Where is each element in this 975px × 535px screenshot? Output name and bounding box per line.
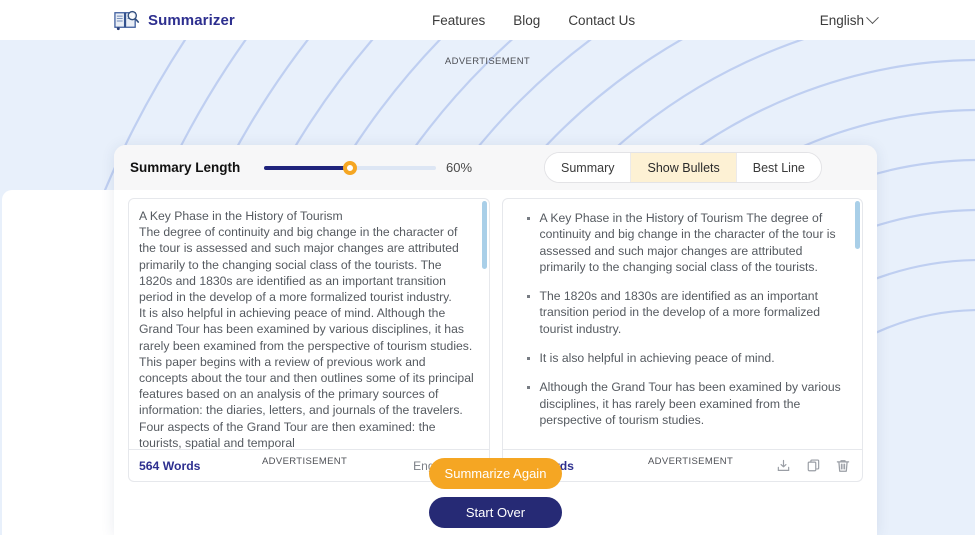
source-text-body[interactable]: A Key Phase in the History of Tourism Th… [129,199,489,449]
slider-fill [264,165,350,170]
scrollbar-thumb[interactable] [481,201,487,269]
summary-length-percent: 60% [446,160,473,175]
list-item: Although the Grand Tour has been examine… [526,379,843,428]
advertisement-top-label: ADVERTISEMENT [444,56,531,67]
advertisement-right-label: ADVERTISEMENT [648,456,734,467]
language-selector-label: English [819,12,864,28]
source-line: It is also helpful in achieving peace of… [139,306,474,449]
download-icon[interactable] [772,455,794,477]
nav-link-features[interactable]: Features [432,13,485,28]
list-item: It is also helpful in achieving peace of… [526,350,843,366]
trash-icon[interactable] [832,455,854,477]
nav-link-contact-us[interactable]: Contact Us [568,13,635,28]
view-mode-tabs: Summary Show Bullets Best Line [544,152,822,183]
brand-logo-group[interactable]: Summarizer [113,8,235,32]
summary-bullets-body: A Key Phase in the History of Tourism Th… [503,199,863,449]
text-panels: A Key Phase in the History of Tourism Th… [114,190,877,450]
chevron-down-icon [866,10,879,24]
list-item: A Key Phase in the History of Tourism Th… [526,210,843,275]
nav-link-blog[interactable]: Blog [513,13,540,28]
source-panel-scrollbar[interactable] [481,201,487,449]
list-item: The 1820s and 1830s are identified as an… [526,288,843,337]
summary-panel-scrollbar[interactable] [855,201,860,449]
summary-length-slider[interactable] [264,158,436,178]
summary-bullets-panel[interactable]: A Key Phase in the History of Tourism Th… [501,198,863,450]
action-buttons: Summarize Again Start Over [429,458,562,528]
top-navigation-bar: Summarizer Features Blog Contact Us Engl… [0,0,975,40]
slider-thumb[interactable] [343,160,357,175]
source-line: The degree of continuity and big change … [139,225,459,305]
book-magnifier-icon [114,10,140,31]
bullet-list: A Key Phase in the History of Tourism Th… [513,208,849,428]
language-selector[interactable]: English [819,10,879,28]
start-over-button[interactable]: Start Over [429,497,562,528]
brand-name: Summarizer [148,11,235,29]
tab-best-line[interactable]: Best Line [736,153,821,182]
tab-show-bullets[interactable]: Show Bullets [631,153,737,182]
summarize-again-button[interactable]: Summarize Again [429,458,562,489]
nav-links: Features Blog Contact Us [432,13,635,28]
tool-card-header: Summary Length 60% Summary Show Bullets … [114,145,877,190]
advertisement-left-label: ADVERTISEMENT [262,456,348,467]
scrollbar-thumb[interactable] [855,201,860,249]
tab-summary[interactable]: Summary [545,153,632,182]
source-line: A Key Phase in the History of Tourism [139,209,343,223]
summary-length-label: Summary Length [130,160,241,175]
source-word-count: 564 Words [139,458,201,473]
copy-icon[interactable] [802,455,824,477]
source-text-panel[interactable]: A Key Phase in the History of Tourism Th… [128,198,490,450]
